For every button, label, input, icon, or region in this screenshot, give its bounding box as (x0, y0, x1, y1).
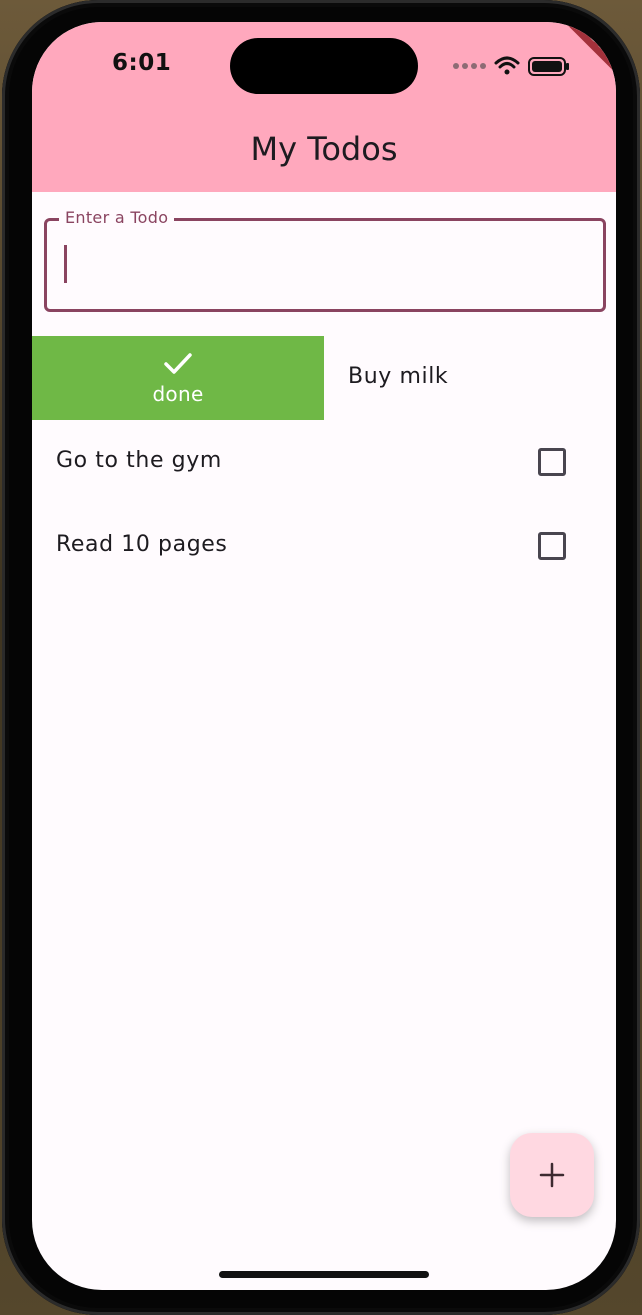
todo-field-label: Enter a Todo (59, 208, 175, 227)
todo-item-swiped[interactable]: done Buy milk (32, 336, 616, 420)
battery-icon (528, 57, 569, 76)
todo-text-field[interactable]: Enter a Todo (44, 208, 606, 312)
status-time: 6:01 (112, 50, 172, 76)
todo-checkbox[interactable] (538, 532, 566, 560)
todo-title: Read 10 pages (56, 532, 228, 557)
phone-frame: 6:01 DEBUG My Todos Enter a Todo done Bu… (2, 0, 640, 1315)
dynamic-island (230, 38, 418, 94)
todo-title: Buy milk (348, 364, 449, 389)
add-todo-button[interactable] (510, 1133, 594, 1217)
app-title: My Todos (250, 130, 398, 168)
todo-item[interactable]: Read 10 pages (32, 504, 616, 588)
signal-dots-icon (453, 63, 486, 69)
todo-item[interactable]: Go to the gym (32, 420, 616, 504)
check-icon (164, 353, 192, 374)
app-screen: 6:01 DEBUG My Todos Enter a Todo done Bu… (32, 22, 616, 1290)
wifi-icon (494, 56, 520, 75)
todo-title: Go to the gym (56, 448, 222, 473)
app-bar: 6:01 DEBUG My Todos (32, 22, 616, 192)
text-cursor (64, 245, 67, 283)
plus-icon (539, 1162, 565, 1188)
swipe-done-background[interactable]: done (32, 336, 324, 420)
home-indicator[interactable] (219, 1271, 429, 1278)
todo-checkbox[interactable] (538, 448, 566, 476)
todo-input[interactable] (59, 239, 583, 289)
swipe-done-label: done (152, 382, 204, 406)
status-icons (453, 56, 569, 76)
